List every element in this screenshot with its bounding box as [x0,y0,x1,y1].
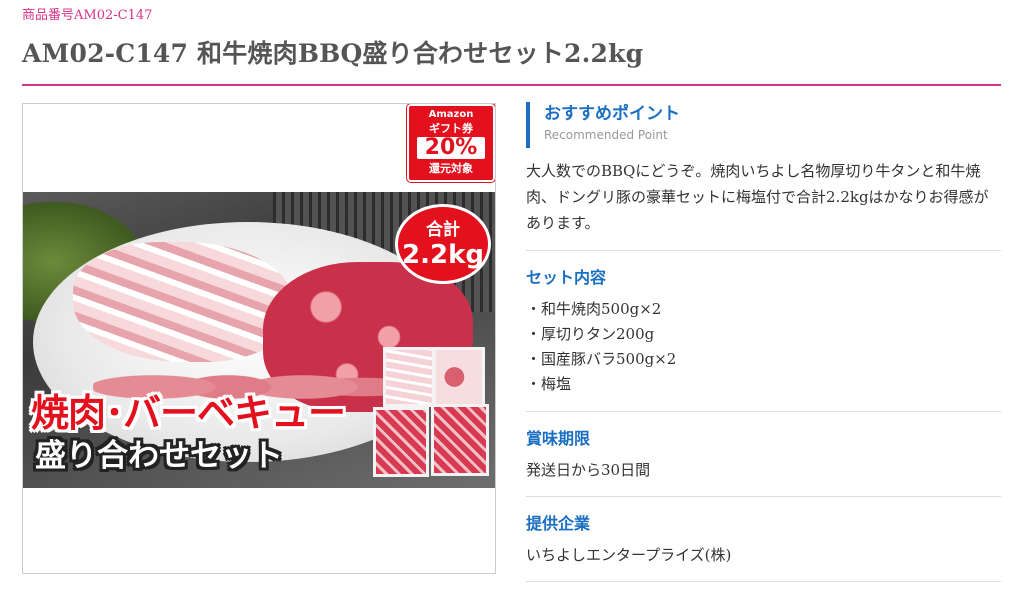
expiry-heading: 賞味期限 [526,429,591,448]
list-item: ・厚切りタン200g [526,325,655,343]
page-title: AM02-C147 和牛焼肉BBQ盛り合わせセット2.2kg [22,39,644,68]
section-divider [526,581,1001,582]
gift-badge-line4: 還元対象 [429,162,473,175]
provider-text: いちよしエンタープライズ(株) [526,546,732,564]
image-caption-line1: 焼肉･バーベキュー [31,391,346,435]
meat-pack [431,404,489,476]
product-code: 商品番号AM02-C147 [22,8,153,23]
list-item: ・梅塩 [526,375,572,393]
product-image-frame: Amazon ギフト券 20% 還元対象 合計 2.2kg 焼肉･バーベキュー … [22,103,496,574]
meat-pack [383,347,435,407]
total-weight-badge: 合計 2.2kg [395,204,491,284]
meat-pack [373,407,429,477]
recommended-body: 大人数でのBBQにどうぞ。焼肉いちよし名物厚切り牛タンと和牛焼肉、ドングリ豚の豪… [526,162,989,232]
title-divider [22,84,1001,86]
expiry-text: 発送日から30日間 [526,461,651,479]
recommended-title: おすすめポイント [544,104,680,124]
total-weight-value: 2.2kg [402,240,484,270]
section-divider [526,411,1001,412]
product-photo: 合計 2.2kg 焼肉･バーベキュー 盛り合わせセット [23,192,495,488]
list-item: ・国産豚バラ500g×2 [526,350,677,368]
provider-heading: 提供企業 [526,514,591,533]
image-caption-line2: 盛り合わせセット [35,438,283,474]
meat-pack [433,347,485,407]
gift-badge-line2: ギフト券 [429,122,473,135]
set-contents-list: ・和牛焼肉500g×2 ・厚切りタン200g ・国産豚バラ500g×2 ・梅塩 [526,297,1001,397]
gift-badge-percent: 20% [417,137,485,159]
list-item: ・和牛焼肉500g×2 [526,300,662,318]
total-weight-label: 合計 [426,220,460,240]
recommended-heading: おすすめポイント Recommended Point [526,102,1001,148]
set-contents-heading: セット内容 [526,268,607,287]
section-divider [526,496,1001,497]
product-details: おすすめポイント Recommended Point 大人数でのBBQにどうぞ。… [526,102,1001,598]
amazon-gift-badge: Amazon ギフト券 20% 還元対象 [407,104,495,182]
gift-badge-line1: Amazon [428,109,474,120]
section-divider [526,250,1001,251]
recommended-subtitle: Recommended Point [544,128,668,142]
